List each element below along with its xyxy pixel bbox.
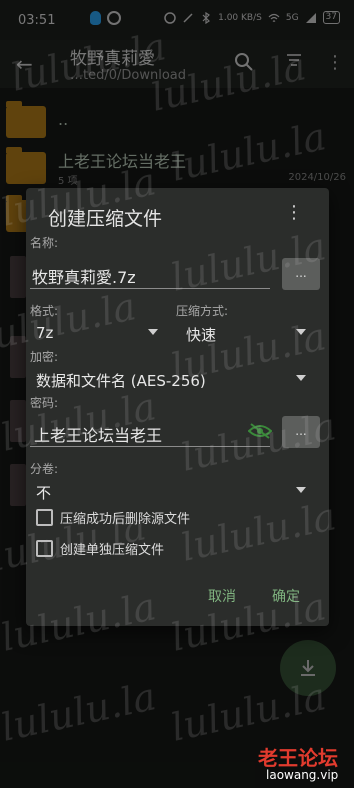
split-label: 分卷: [30, 462, 59, 476]
separate-archive-checkbox[interactable] [36, 540, 53, 557]
delete-source-checkbox[interactable] [36, 509, 53, 526]
logo-cn: 老王论坛 [258, 746, 338, 770]
site-logo: 老王论坛 laowang.vip [258, 738, 354, 788]
name-label: 名称: [30, 236, 59, 250]
compression-label: 压缩方式: [176, 304, 229, 318]
format-dropdown-icon[interactable] [148, 329, 158, 335]
browse-button[interactable]: ... [282, 258, 320, 290]
password-underline [30, 446, 270, 447]
encryption-label: 加密: [30, 350, 59, 364]
create-archive-dialog: 创建压缩文件 ⋮ 名称: 牧野真莉愛.7z ... 格式: 7z 压缩方式: 快… [26, 188, 329, 626]
password-label: 密码: [30, 396, 59, 410]
name-underline [30, 288, 270, 289]
password-options-button[interactable]: ... [282, 416, 320, 448]
split-select[interactable]: 不 [36, 482, 51, 503]
cancel-button[interactable]: 取消 [208, 586, 236, 606]
dialog-title: 创建压缩文件 [48, 208, 163, 230]
format-label: 格式: [30, 304, 59, 318]
encryption-select[interactable]: 数据和文件名 (AES-256) [36, 370, 206, 391]
format-select[interactable]: 7z [36, 324, 53, 342]
visibility-off-icon[interactable] [247, 422, 273, 444]
password-input[interactable]: 上老王论坛当老王 [34, 422, 162, 446]
ok-button[interactable]: 确定 [272, 586, 300, 606]
separate-archive-label: 创建单独压缩文件 [60, 543, 165, 558]
logo-en: laowang.vip [266, 768, 339, 782]
delete-source-label: 压缩成功后删除源文件 [60, 512, 191, 527]
archive-name-input[interactable]: 牧野真莉愛.7z [32, 264, 136, 288]
compression-select[interactable]: 快速 [186, 324, 216, 345]
compression-dropdown-icon[interactable] [296, 329, 306, 335]
dialog-more-icon[interactable]: ⋮ [285, 202, 303, 223]
split-dropdown-icon[interactable] [296, 487, 306, 493]
encryption-dropdown-icon[interactable] [296, 375, 306, 381]
